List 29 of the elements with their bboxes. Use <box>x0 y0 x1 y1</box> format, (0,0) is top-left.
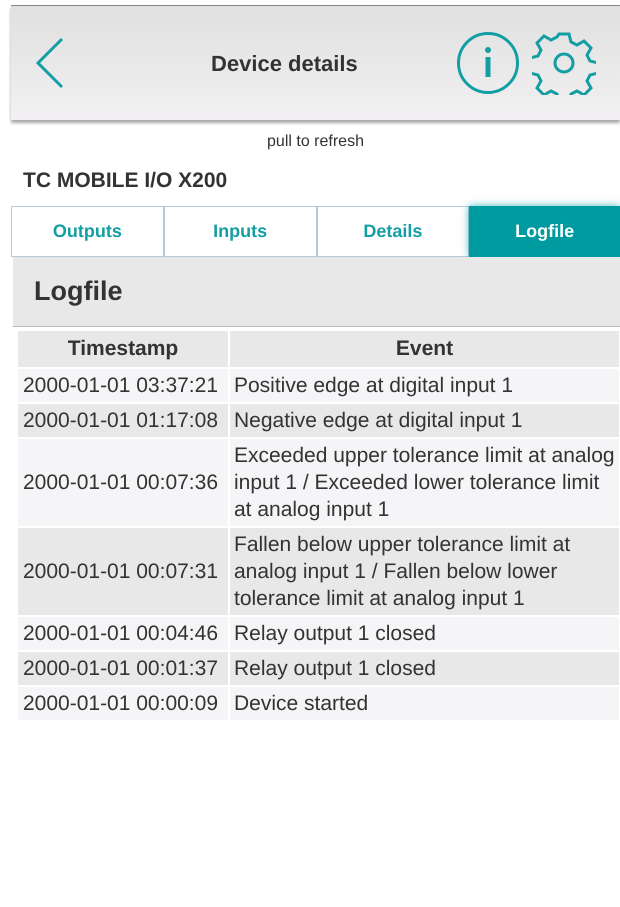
info-button[interactable] <box>456 31 520 95</box>
column-header: Event <box>230 331 619 367</box>
timestamp-cell: 2000-01-01 01:17:08 <box>18 404 228 437</box>
pull-to-refresh-hint: pull to refresh <box>266 132 365 152</box>
timestamp-cell: 2000-01-01 00:00:09 <box>18 687 228 720</box>
tab[interactable]: Details <box>316 206 470 257</box>
tab[interactable]: Logfile <box>469 206 620 257</box>
tab[interactable]: Inputs <box>164 206 316 257</box>
event-cell: Exceeded upper tolerance limit at analog input 1 / Exceeded lower tolerance limit at analog input 1 <box>230 439 619 526</box>
back-chevron-icon <box>35 37 65 89</box>
event-cell: Negative edge at digital input 1 <box>230 404 619 437</box>
settings-icon <box>532 31 596 95</box>
section-title: Logfile <box>34 275 122 308</box>
timestamp-cell: 2000-01-01 00:04:46 <box>18 617 228 650</box>
event-cell: Positive edge at digital input 1 <box>230 369 619 402</box>
timestamp-cell: 2000-01-01 00:01:37 <box>18 652 228 685</box>
timestamp-cell: 2000-01-01 00:07:31 <box>18 528 228 615</box>
timestamp-cell: 2000-01-01 03:37:21 <box>18 369 228 402</box>
settings-button[interactable] <box>532 31 596 95</box>
screen-title: Device details <box>211 50 358 78</box>
event-cell: Relay output 1 closed <box>230 617 619 650</box>
event-cell: Fallen below upper tolerance limit at analog input 1 / Fallen below lower tolerance limit at analog input 1 <box>230 528 619 615</box>
event-cell: Device started <box>230 687 619 720</box>
device-name: TC MOBILE I/O X200 <box>22 168 228 194</box>
timestamp-cell: 2000-01-01 00:07:36 <box>18 439 228 526</box>
tab[interactable]: Outputs <box>11 206 164 257</box>
info-icon <box>456 31 520 95</box>
event-cell: Relay output 1 closed <box>230 652 619 685</box>
column-header: Timestamp <box>18 331 228 367</box>
